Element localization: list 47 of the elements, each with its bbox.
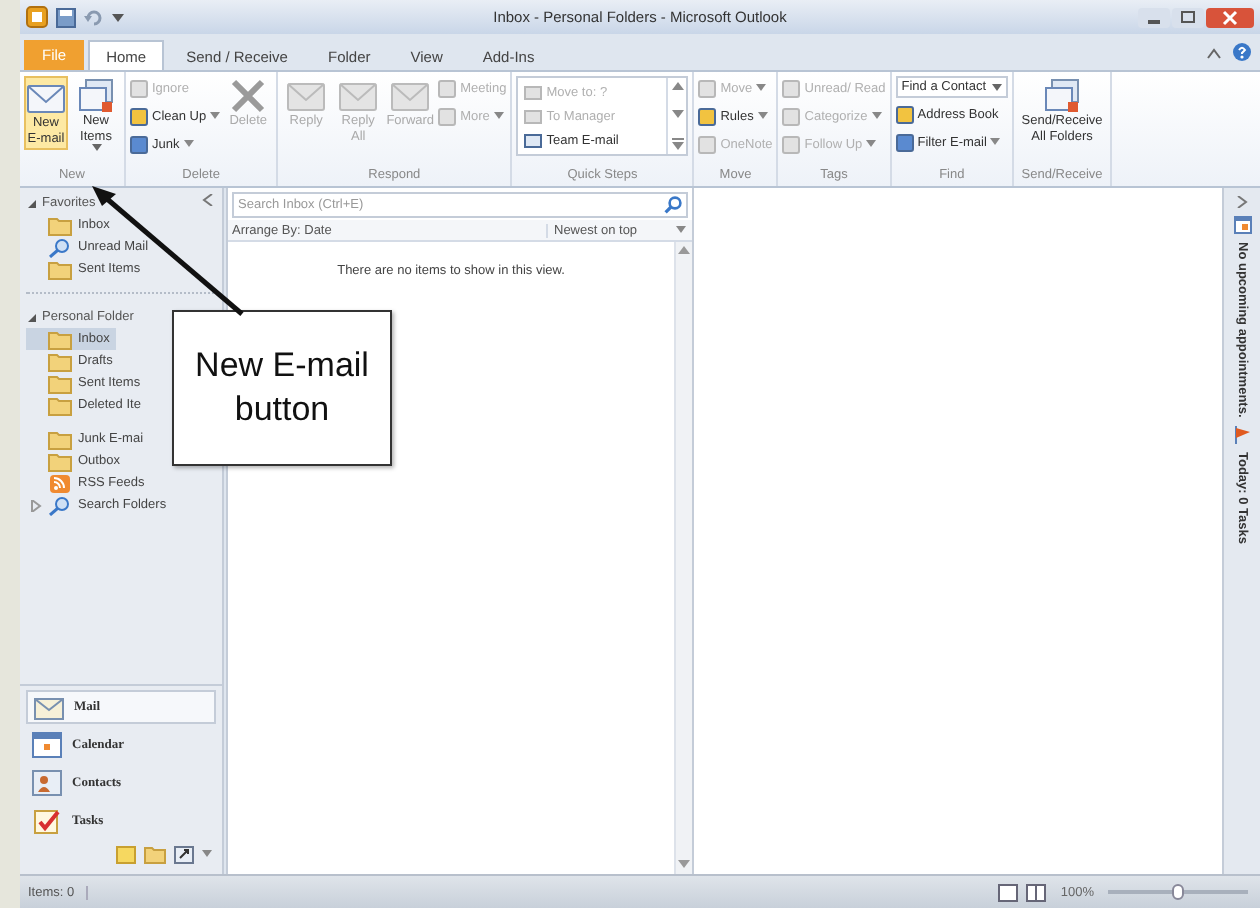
search-folder-icon <box>48 495 72 515</box>
shortcut-icon[interactable] <box>174 845 194 863</box>
slider-thumb[interactable] <box>1172 884 1184 900</box>
feed-icon <box>48 473 72 493</box>
calendar-icon <box>1233 216 1251 234</box>
collapse-ribbon-icon[interactable] <box>1206 46 1222 62</box>
maximize-icon[interactable] <box>1172 7 1204 27</box>
minimize-icon[interactable] <box>1138 7 1170 27</box>
documents-icon <box>1042 78 1083 114</box>
folder-icon <box>48 395 72 415</box>
expander-icon[interactable] <box>26 311 38 323</box>
scroll-down-icon[interactable] <box>678 860 690 870</box>
app-icon[interactable] <box>26 6 48 28</box>
checklist-icon <box>32 808 62 834</box>
folder-icon[interactable] <box>144 845 166 863</box>
scroll-up-icon[interactable] <box>678 246 690 256</box>
flag-icon <box>1233 425 1251 444</box>
normal-view-icon[interactable] <box>998 883 1019 901</box>
collapse-icon[interactable] <box>202 194 214 206</box>
save-icon[interactable] <box>56 7 76 27</box>
undo-icon[interactable] <box>84 7 104 27</box>
folder-icon <box>48 451 72 471</box>
callout-text: New E-mail button <box>193 344 371 432</box>
scroll-down-icon[interactable] <box>671 109 684 120</box>
scroll-up-icon[interactable] <box>671 82 684 93</box>
folder-icon <box>48 259 72 279</box>
close-icon[interactable] <box>1206 7 1254 27</box>
note-icon[interactable] <box>116 845 136 863</box>
calendar-icon <box>32 732 62 758</box>
cross-icon <box>228 78 269 114</box>
documents-icon <box>76 78 116 114</box>
folder-icon <box>48 373 72 393</box>
search-folder-icon <box>48 237 72 257</box>
search-icon[interactable] <box>664 196 682 214</box>
reading-view-icon[interactable] <box>1026 883 1047 901</box>
more-icon[interactable] <box>671 137 684 150</box>
dropdown-icon[interactable] <box>112 11 124 23</box>
contact-card-icon <box>32 770 62 796</box>
folder-icon <box>48 429 72 449</box>
scrollbar[interactable] <box>674 242 692 874</box>
caret-icon[interactable] <box>202 850 212 858</box>
sort-caret-icon[interactable] <box>676 226 686 234</box>
expand-icon[interactable] <box>1236 196 1248 208</box>
help-icon[interactable] <box>1232 42 1252 62</box>
folder-icon <box>48 329 72 349</box>
expander-icon[interactable] <box>26 197 38 209</box>
folder-icon <box>48 215 72 235</box>
